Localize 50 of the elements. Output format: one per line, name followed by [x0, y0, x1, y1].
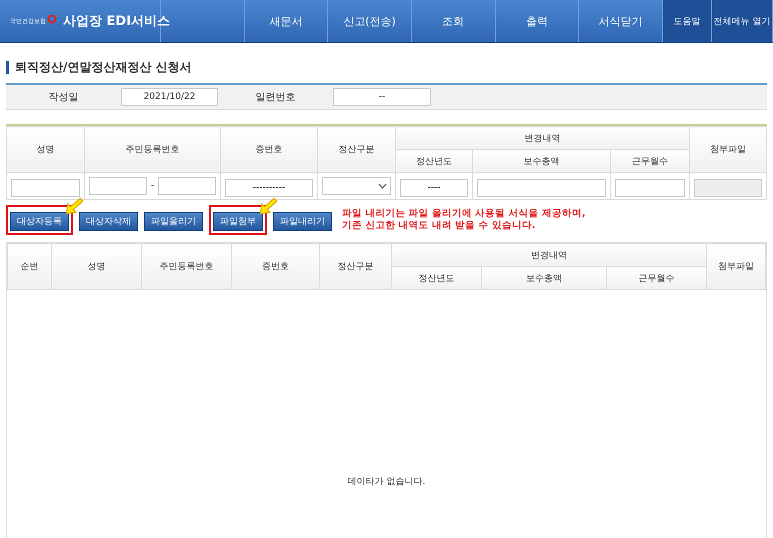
column-header: 증번호 — [220, 126, 318, 172]
column-header: 근무월수 — [610, 150, 690, 172]
value-field: 2021/10/22 — [121, 88, 218, 106]
column-header: 주민등록번호 — [84, 126, 220, 172]
input-field[interactable] — [11, 179, 80, 197]
menu-item[interactable]: 출력 — [496, 0, 580, 42]
input-field[interactable] — [477, 179, 606, 197]
column-header: 성명 — [52, 244, 142, 290]
menu-item[interactable]: 전체메뉴 열기 — [712, 0, 773, 42]
column-header: 근무월수 — [606, 266, 707, 290]
input-field[interactable]: ---- — [400, 179, 468, 197]
service-name: 사업장 EDI서비스 — [63, 13, 170, 30]
column-header: 변경내역 — [396, 126, 690, 150]
column-header: 증번호 — [232, 244, 320, 290]
column-header: 보수총액 — [482, 266, 606, 290]
input-field[interactable]: ---------- — [225, 179, 313, 197]
input-field[interactable] — [615, 179, 686, 197]
pointer-arrow-icon — [259, 197, 277, 215]
action-button[interactable]: 파일첨부 — [213, 212, 263, 231]
field-label: 작성일 — [48, 91, 80, 104]
column-header: 성명 — [6, 126, 84, 172]
action-button[interactable]: 파일내리기 — [273, 212, 332, 231]
action-button[interactable]: 대상자등록 — [10, 212, 69, 231]
column-header: 정산구분 — [318, 126, 396, 172]
menu-item[interactable]: 새문서 — [244, 0, 328, 42]
menu-item[interactable]: 신고(전송) — [328, 0, 412, 42]
menu-item[interactable]: 조회 — [412, 0, 496, 42]
field-label: 일련번호 — [254, 91, 296, 104]
column-header: 첨부파일 — [706, 244, 766, 290]
column-header: 변경내역 — [392, 244, 707, 266]
column-header: 정산구분 — [320, 244, 392, 290]
value-field: -- — [333, 88, 431, 106]
input-field[interactable] — [158, 177, 216, 195]
chevron-down-icon — [378, 183, 387, 189]
page-title: 퇴직정산/연말정산재정산 신청서 — [15, 59, 192, 76]
pointer-arrow-icon — [65, 197, 83, 215]
input-field[interactable] — [89, 177, 147, 195]
column-header: 순번 — [8, 244, 52, 290]
column-header: 정산년도 — [396, 150, 472, 172]
column-header: 정산년도 — [392, 266, 482, 290]
empty-message: 데이타가 없습니다. — [348, 476, 426, 488]
column-header: 주민등록번호 — [142, 244, 232, 290]
separator-text: - — [150, 181, 154, 191]
action-button[interactable]: 대상자삭제 — [79, 212, 138, 231]
select-field[interactable] — [322, 177, 391, 195]
action-button[interactable]: 파일올리기 — [144, 212, 203, 231]
column-header: 첨부파일 — [690, 126, 767, 172]
menu-item[interactable]: 도움말 — [662, 0, 712, 42]
notice-text: 파일 내리기는 파일 올리기에 사용될 서식을 제공하며, 기존 신고한 내역도 내려 받을 수 있습니다. — [342, 208, 586, 232]
column-header: 보수총액 — [472, 150, 610, 172]
